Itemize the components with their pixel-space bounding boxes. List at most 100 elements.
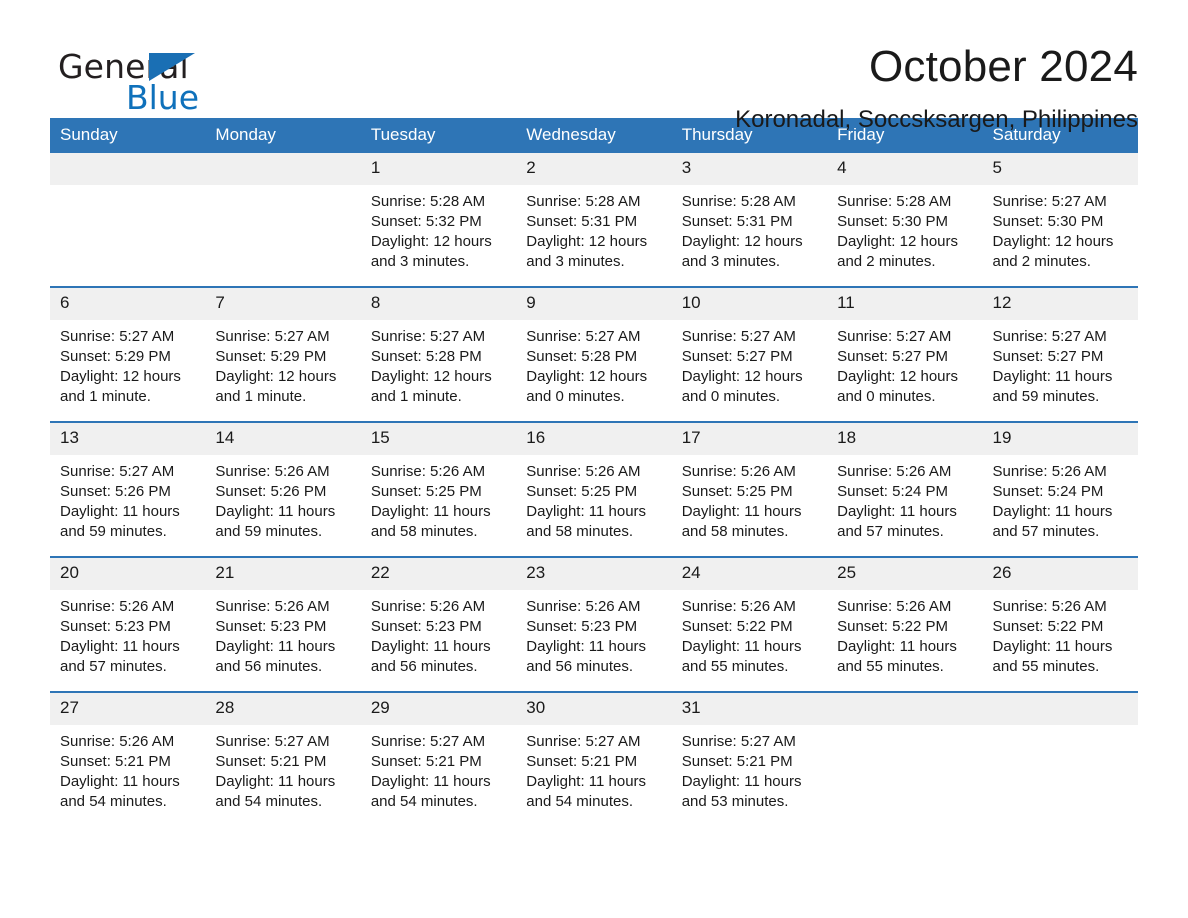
daylight-text-line2: and 0 minutes. (526, 388, 625, 405)
daylight-text-line1: Daylight: 11 hours (526, 503, 647, 520)
day-details: Sunrise: 5:27 AM Sunset: 5:27 PM Daylight:… (983, 320, 1138, 421)
calendar-day-cell[interactable]: 10 Sunrise: 5:27 AM Sunset: 5:27 PM Dayligh… (671, 286, 828, 422)
calendar-day-cell[interactable]: 22 Sunrise: 5:26 AM Sunset: 5:23 PM Dayligh… (360, 556, 517, 692)
sunset-text: Sunset: 5:21 PM (370, 753, 482, 770)
day-number: 26 (982, 558, 1138, 590)
sunset-text: Sunset: 5:27 PM (681, 348, 793, 365)
sunrise-text: Sunrise: 5:26 AM (992, 598, 1107, 615)
sunset-text: Sunset: 5:28 PM (370, 348, 482, 365)
daylight-text-line2: and 1 minute. (215, 388, 307, 405)
day-number: 4 (827, 153, 983, 185)
calendar-day-cell[interactable]: 15 Sunrise: 5:26 AM Sunset: 5:25 PM Dayligh… (360, 421, 517, 557)
day-number: 20 (50, 558, 206, 590)
calendar-day-cell[interactable]: 19 Sunrise: 5:26 AM Sunset: 5:24 PM Dayligh… (982, 421, 1138, 557)
daylight-text-line1: Daylight: 11 hours (60, 773, 180, 790)
day-details: Sunrise: 5:26 AM Sunset: 5:25 PM Daylight:… (672, 455, 827, 556)
calendar-day-cell[interactable]: 27 Sunrise: 5:26 AM Sunset: 5:21 PM Dayligh… (50, 691, 206, 826)
daylight-text-line2: and 53 minutes. (681, 793, 789, 810)
daylight-text-line2: and 57 minutes. (60, 658, 167, 675)
sunset-text: Sunset: 5:22 PM (837, 618, 949, 635)
day-number: 9 (516, 288, 672, 320)
daylight-text-line2: and 59 minutes. (992, 388, 1100, 405)
calendar-day-cell[interactable]: 7 Sunrise: 5:27 AM Sunset: 5:29 PM Daylight… (205, 286, 361, 422)
sunset-text: Sunset: 5:27 PM (992, 348, 1104, 365)
calendar-day-cell[interactable]: 31 Sunrise: 5:27 AM Sunset: 5:21 PM Dayligh… (671, 691, 828, 826)
daylight-text-line1: Daylight: 11 hours (215, 638, 336, 655)
day-number: 2 (516, 153, 672, 185)
calendar-day-cell[interactable]: 5 Sunrise: 5:27 AM Sunset: 5:30 PM Daylight… (982, 153, 1138, 287)
calendar-day-cell[interactable]: 18 Sunrise: 5:26 AM Sunset: 5:24 PM Dayligh… (827, 421, 983, 557)
daylight-text-line1: Daylight: 12 hours (837, 233, 959, 250)
calendar-day-cell[interactable]: 29 Sunrise: 5:27 AM Sunset: 5:21 PM Dayligh… (360, 691, 517, 826)
calendar-week-row: 13 Sunrise: 5:27 AM Sunset: 5:26 PM Dayligh… (50, 421, 1138, 557)
calendar-day-cell[interactable]: 8 Sunrise: 5:27 AM Sunset: 5:28 PM Daylight… (360, 286, 517, 422)
generalblue-logo: General Blue (50, 42, 250, 120)
day-details (983, 725, 1138, 813)
day-number (205, 153, 361, 185)
calendar-day-cell[interactable]: 3 Sunrise: 5:28 AM Sunset: 5:31 PM Daylight… (671, 153, 828, 287)
daylight-text-line1: Daylight: 12 hours (681, 368, 803, 385)
daylight-text-line2: and 54 minutes. (60, 793, 167, 810)
sunrise-text: Sunrise: 5:27 AM (992, 193, 1107, 210)
calendar-day-cell[interactable]: 4 Sunrise: 5:28 AM Sunset: 5:30 PM Daylight… (827, 153, 983, 287)
daylight-text-line1: Daylight: 11 hours (992, 368, 1113, 385)
day-details: Sunrise: 5:27 AM Sunset: 5:28 PM Daylight:… (361, 320, 516, 421)
calendar-day-cell-empty (827, 691, 983, 826)
day-number: 11 (827, 288, 983, 320)
calendar-day-cell[interactable]: 11 Sunrise: 5:27 AM Sunset: 5:27 PM Dayligh… (827, 286, 983, 422)
day-details (827, 725, 982, 813)
calendar-day-cell[interactable]: 6 Sunrise: 5:27 AM Sunset: 5:29 PM Daylight… (50, 286, 206, 422)
day-details: Sunrise: 5:26 AM Sunset: 5:22 PM Daylight:… (827, 590, 982, 691)
day-details: Sunrise: 5:26 AM Sunset: 5:21 PM Daylight:… (50, 725, 205, 826)
day-number: 30 (516, 693, 672, 725)
calendar-day-cell[interactable]: 25 Sunrise: 5:26 AM Sunset: 5:22 PM Dayligh… (827, 556, 983, 692)
sunset-text: Sunset: 5:28 PM (526, 348, 638, 365)
sunset-text: Sunset: 5:24 PM (992, 483, 1104, 500)
day-number: 18 (827, 423, 983, 455)
calendar-day-cell[interactable]: 24 Sunrise: 5:26 AM Sunset: 5:22 PM Dayligh… (671, 556, 828, 692)
calendar-day-cell[interactable]: 12 Sunrise: 5:27 AM Sunset: 5:27 PM Dayligh… (982, 286, 1138, 422)
sunrise-text: Sunrise: 5:28 AM (526, 193, 641, 210)
sunrise-text: Sunrise: 5:26 AM (837, 463, 952, 480)
day-number: 21 (205, 558, 361, 590)
sunrise-text: Sunrise: 5:26 AM (215, 598, 330, 615)
sunrise-text: Sunrise: 5:26 AM (992, 463, 1107, 480)
daylight-text-line2: and 3 minutes. (526, 253, 625, 270)
day-details (205, 185, 360, 273)
day-details: Sunrise: 5:26 AM Sunset: 5:24 PM Daylight:… (827, 455, 982, 556)
calendar-day-cell[interactable]: 26 Sunrise: 5:26 AM Sunset: 5:22 PM Dayligh… (982, 556, 1138, 692)
daylight-text-line2: and 56 minutes. (370, 658, 478, 675)
calendar-day-cell[interactable]: 1 Sunrise: 5:28 AM Sunset: 5:32 PM Daylight… (360, 153, 517, 287)
calendar-day-cell[interactable]: 20 Sunrise: 5:26 AM Sunset: 5:23 PM Dayligh… (50, 556, 206, 692)
sunset-text: Sunset: 5:23 PM (60, 618, 171, 635)
calendar-day-cell[interactable]: 17 Sunrise: 5:26 AM Sunset: 5:25 PM Dayligh… (671, 421, 828, 557)
day-details: Sunrise: 5:27 AM Sunset: 5:21 PM Daylight:… (516, 725, 671, 826)
calendar-day-cell[interactable]: 2 Sunrise: 5:28 AM Sunset: 5:31 PM Daylight… (516, 153, 672, 287)
day-details (50, 185, 205, 273)
sunset-text: Sunset: 5:21 PM (681, 753, 793, 770)
calendar-day-cell[interactable]: 30 Sunrise: 5:27 AM Sunset: 5:21 PM Dayligh… (516, 691, 672, 826)
calendar-day-cell[interactable]: 28 Sunrise: 5:27 AM Sunset: 5:21 PM Dayligh… (205, 691, 361, 826)
page-title: October 2024 (868, 42, 1138, 91)
calendar-day-cell[interactable]: 13 Sunrise: 5:27 AM Sunset: 5:26 PM Dayligh… (50, 421, 206, 557)
daylight-text-line1: Daylight: 12 hours (526, 233, 648, 250)
daylight-text-line1: Daylight: 12 hours (370, 233, 492, 250)
daylight-text-line1: Daylight: 11 hours (60, 503, 180, 520)
daylight-text-line2: and 2 minutes. (992, 253, 1091, 270)
day-number: 7 (205, 288, 361, 320)
calendar-day-cell[interactable]: 21 Sunrise: 5:26 AM Sunset: 5:23 PM Dayligh… (205, 556, 361, 692)
daylight-text-line2: and 58 minutes. (370, 523, 478, 540)
day-number: 19 (982, 423, 1138, 455)
daylight-text-line1: Daylight: 12 hours (60, 368, 181, 385)
day-number: 29 (360, 693, 517, 725)
calendar-day-cell[interactable]: 9 Sunrise: 5:27 AM Sunset: 5:28 PM Daylight… (516, 286, 672, 422)
calendar-day-cell[interactable]: 14 Sunrise: 5:26 AM Sunset: 5:26 PM Dayligh… (205, 421, 361, 557)
day-details: Sunrise: 5:27 AM Sunset: 5:29 PM Daylight:… (50, 320, 205, 421)
day-details: Sunrise: 5:27 AM Sunset: 5:21 PM Daylight:… (205, 725, 360, 826)
sunrise-text: Sunrise: 5:27 AM (992, 328, 1107, 345)
daylight-text-line1: Daylight: 11 hours (60, 638, 180, 655)
calendar-day-cell[interactable]: 16 Sunrise: 5:26 AM Sunset: 5:25 PM Dayligh… (516, 421, 672, 557)
daylight-text-line2: and 57 minutes. (837, 523, 944, 540)
sunrise-text: Sunrise: 5:26 AM (526, 598, 641, 615)
calendar-day-cell[interactable]: 23 Sunrise: 5:26 AM Sunset: 5:23 PM Dayligh… (516, 556, 672, 692)
